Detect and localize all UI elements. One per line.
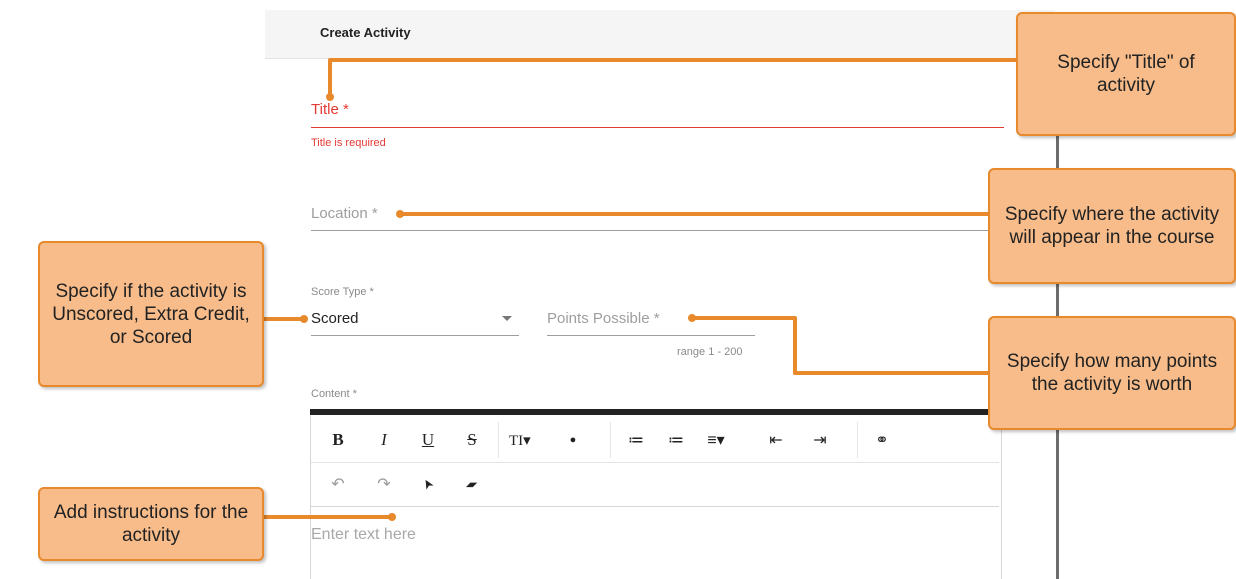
points-callout: Specify how many points the activity is …	[988, 316, 1236, 430]
content-callout: Add instructions for the activity	[38, 487, 264, 561]
title-callout: Specify "Title" of activity	[1016, 12, 1236, 136]
points-connector	[690, 316, 990, 375]
score-type-callout: Specify if the activity is Unscored, Ext…	[38, 241, 264, 387]
location-callout: Specify where the activity will appear i…	[988, 168, 1236, 284]
title-connector	[328, 58, 1018, 99]
